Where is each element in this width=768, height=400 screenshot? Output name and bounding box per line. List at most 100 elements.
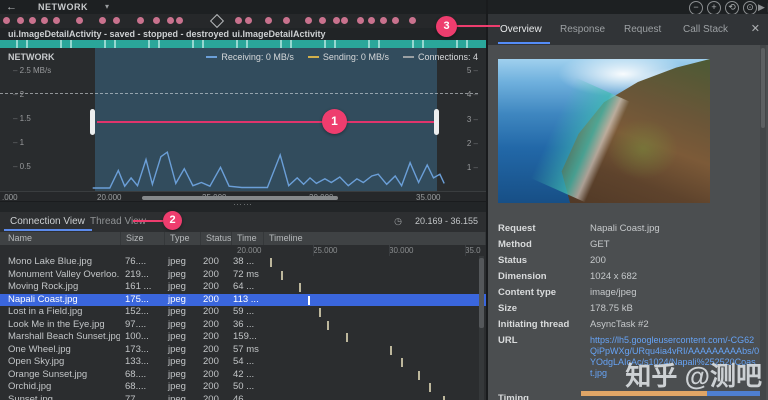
go-live-icon[interactable]: ▶❙ [758,1,768,14]
touch-event-dot [305,17,312,24]
column-header-name[interactable]: Name [0,232,121,245]
selection-handle-left[interactable] [90,109,95,135]
tab-response[interactable]: Response [560,24,605,35]
reset-zoom-icon[interactable]: ⟲ [725,1,739,15]
y-axis-right-tick: 1 [467,163,478,172]
cell-size: 76.... [125,256,147,267]
network-usage-chart[interactable]: NETWORK 2.5 MB/s 2 1.5 1 0.5 5 4 3 2 1 Receivin… [0,48,486,191]
field-label-request: Request [498,223,536,234]
table-scrollbar-thumb[interactable] [479,258,484,328]
cell-name: Look Me in the Eye.jpg [8,318,105,330]
field-label-size: Size [498,303,518,314]
receiving-line-series [92,150,445,189]
cell-status: 200 [203,281,219,292]
request-time-tick [443,395,445,400]
column-header-size[interactable]: Size [121,232,165,245]
table-vertical-scrollbar[interactable] [479,256,484,400]
touch-event-dot [29,17,36,24]
url-field-label: URL [498,335,518,346]
cell-size: 97.... [125,318,147,330]
cell-size: 173... [125,343,149,355]
cell-timeline [259,356,486,369]
close-icon[interactable]: ✕ [751,22,760,35]
chart-title: NETWORK [8,52,55,62]
cell-type: jpeg [168,343,186,355]
legend-swatch [206,56,218,58]
top-toolbar: ← NETWORK ▾ −+ ⟲ ⊙▶❙ [0,0,768,15]
legend-item: Receiving: 0 MB/s [206,52,294,62]
profiler-title[interactable]: NETWORK [38,0,88,14]
tab-call-stack[interactable]: Call Stack [683,24,728,35]
cell-name: One Wheel.jpg [8,343,71,355]
cell-name: Napali Coast.jpg [8,293,78,305]
tab-connection-view[interactable]: Connection View [10,216,85,227]
field-value-initiating-thread: AsyncTask #2 [590,319,649,330]
cell-time: 72 ms [233,268,259,280]
timeline-scale-label: 20.000 [237,246,262,255]
activity-lifecycle-bar [0,40,486,48]
table-row[interactable]: One Wheel.jpg 173... jpeg 200 57 ms [0,344,486,357]
selection-range-line[interactable] [97,121,437,123]
y-axis-left-tick: 0.5 [13,162,31,171]
y-axis-left-tick: 2 [13,90,24,99]
column-header-status[interactable]: Status [201,232,232,245]
cell-name: Orchid.jpg [8,381,52,392]
cell-name: Sunset.jpg [8,393,53,400]
request-time-tick [299,283,301,292]
table-row[interactable]: Moving Rock.jpg 161 ... jpeg 200 64 ... [0,281,486,294]
table-row[interactable]: Marshall Beach Sunset.jpg 100... jpeg 200 15… [0,331,486,344]
field-value-status: 200 [590,255,606,266]
zoom-in-icon[interactable]: + [707,1,721,15]
cell-type: jpeg [168,356,186,367]
activity-label-destroyed: ui.ImageDetailActivity - saved - stopped… [8,29,230,39]
chevron-down-icon[interactable]: ▾ [105,0,109,14]
cell-status: 200 [203,293,219,305]
tab-request[interactable]: Request [624,24,661,35]
cell-timeline [259,294,486,307]
request-time-tick [401,358,403,367]
cell-time: 59 ... [233,306,255,317]
field-value-dimension: 1024 x 682 [590,271,638,282]
table-row[interactable]: Napali Coast.jpg 175... jpeg 200 113 ... [0,293,486,307]
field-label-status: Status [498,255,528,266]
cell-timeline [259,369,486,382]
column-header-type[interactable]: Type [165,232,201,245]
table-row[interactable]: Orchid.jpg 68.... jpeg 200 50 ... [0,381,486,394]
field-value-request: Napali Coast.jpg [590,223,660,234]
panel-vertical-scrollbar[interactable] [760,45,766,400]
touch-event-dot [3,17,10,24]
table-row[interactable]: Lost in a Field.jpg 152... jpeg 200 59 ... [0,306,486,319]
table-row[interactable]: Mono Lake Blue.jpg 76.... jpeg 200 38 ... [0,256,486,269]
legend-item: Connections: 4 [402,52,478,62]
zoom-selection-icon[interactable]: ⊙ [743,1,757,15]
selected-time-range: 20.169 - 36.155 [414,216,478,226]
column-header-time[interactable]: Time [232,232,264,245]
table-row[interactable]: Orange Sunset.jpg 68.... jpeg 200 42 ... [0,369,486,382]
request-time-tick [281,270,283,280]
touch-event-dot [17,17,24,24]
touch-event-dot [235,17,242,24]
panel-scrollbar-thumb[interactable] [761,48,765,128]
legend-label: Sending: 0 MB/s [322,52,389,62]
back-icon[interactable]: ← [6,0,17,14]
touch-event-dot [41,17,48,24]
table-row[interactable]: Look Me in the Eye.jpg 97.... jpeg 200 36 ..… [0,319,486,332]
y-axis-max-label: 2.5 MB/s [13,66,52,75]
cell-name: Open Sky.jpg [8,356,65,367]
selection-handle-right[interactable] [434,109,439,135]
column-header-timeline[interactable]: Timeline [264,232,486,245]
tab-overview[interactable]: Overview [500,24,542,35]
touch-event-dot [265,17,272,24]
cell-name: Moving Rock.jpg [8,281,79,292]
table-row[interactable]: Monument Valley Overloo... 219... jpeg 200 7… [0,269,486,282]
badge-2-pointer-line [133,220,163,222]
cell-time: 57 ms [233,343,259,355]
cell-name: Monument Valley Overloo... [8,268,120,280]
zoom-out-icon[interactable]: − [689,1,703,15]
y-axis-right-tick: 4 [467,90,478,99]
table-row[interactable]: Open Sky.jpg 133... jpeg 200 54 ... [0,356,486,369]
table-row[interactable]: Sunset.jpg 77.... jpeg 200 46 ... [0,394,486,400]
splitter-grip-icon[interactable]: ⋯⋯ [233,199,253,210]
callout-badge-1: 1 [322,109,347,134]
cell-type: jpeg [168,318,186,330]
